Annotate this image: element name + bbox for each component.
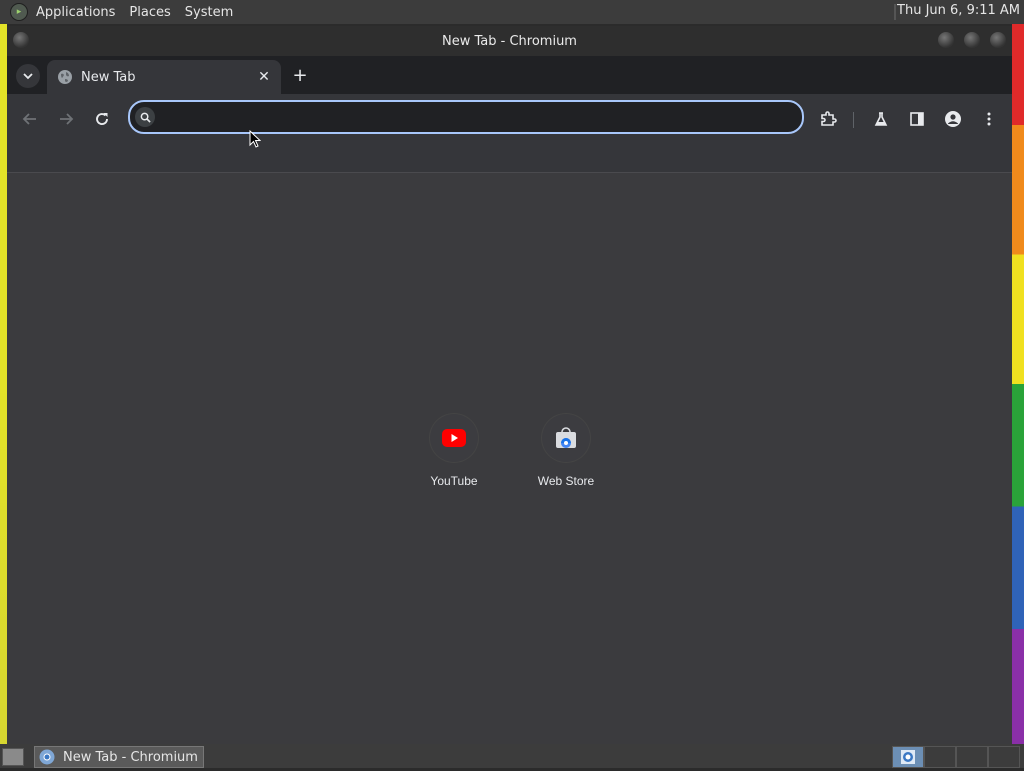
applications-menu[interactable]: Applications	[36, 5, 115, 20]
shortcut-label: Web Store	[537, 474, 595, 488]
youtube-icon	[442, 429, 466, 447]
search-icon	[135, 107, 155, 127]
places-menu[interactable]: Places	[129, 5, 170, 20]
flask-icon	[874, 112, 888, 126]
close-tab-icon[interactable]: ✕	[255, 68, 273, 86]
workspace-3[interactable]	[956, 746, 988, 768]
address-bar[interactable]	[128, 100, 804, 134]
desktop-background-left	[0, 24, 7, 744]
distro-logo-icon[interactable]: ▸	[10, 3, 28, 21]
minimize-button[interactable]	[938, 32, 954, 48]
address-input[interactable]	[163, 108, 802, 126]
tab-search-button[interactable]	[16, 64, 40, 88]
window-titlebar[interactable]: New Tab - Chromium	[7, 26, 1012, 56]
arrow-right-icon	[60, 113, 74, 125]
forward-button[interactable]	[54, 107, 78, 131]
bookmarks-bar	[7, 144, 1012, 173]
workspace-2[interactable]	[924, 746, 956, 768]
tab-new-tab[interactable]: New Tab ✕	[47, 60, 281, 94]
mouse-cursor-icon	[249, 130, 261, 148]
shortcut-youtube[interactable]: YouTube	[398, 406, 510, 502]
reload-icon	[96, 113, 108, 125]
profile-icon	[945, 111, 961, 127]
panel-separator	[894, 4, 896, 20]
close-window-button[interactable]	[990, 32, 1006, 48]
kebab-menu-icon	[987, 112, 991, 126]
workspace-4[interactable]	[988, 746, 1020, 768]
maximize-button[interactable]	[964, 32, 980, 48]
panel-menu: ▸ Applications Places System	[0, 3, 233, 21]
toolbar-separator	[853, 112, 854, 128]
shortcut-web-store[interactable]: Web Store	[510, 406, 622, 502]
new-tab-button[interactable]: +	[289, 64, 311, 86]
shortcut-label: YouTube	[430, 474, 478, 488]
side-panel-icon	[910, 112, 924, 126]
toolbar	[7, 94, 1012, 144]
puzzle-icon	[821, 111, 837, 126]
top-panel: ▸ Applications Places System Thu Jun 6, …	[0, 0, 1024, 24]
chevron-down-icon	[23, 73, 33, 80]
taskbar-window-button[interactable]: New Tab - Chromium	[34, 746, 204, 768]
system-menu[interactable]: System	[185, 5, 233, 20]
show-desktop-button[interactable]	[2, 748, 24, 766]
clock[interactable]: Thu Jun 6, 9:11 AM	[897, 3, 1020, 18]
workspace-1[interactable]	[892, 746, 924, 768]
profile-button[interactable]	[941, 107, 965, 131]
chromium-icon	[39, 749, 55, 765]
labs-button[interactable]	[869, 107, 893, 131]
browser-window: New Tab - Chromium New Tab ✕ + YouTube W…	[7, 26, 1012, 744]
shortcut-tile[interactable]	[542, 414, 590, 462]
extensions-button[interactable]	[816, 107, 840, 131]
taskbar-window-label: New Tab - Chromium	[63, 749, 198, 765]
chromium-icon	[901, 750, 915, 764]
tab-strip: New Tab ✕ +	[7, 56, 1012, 94]
arrow-left-icon	[22, 113, 36, 125]
back-button[interactable]	[18, 107, 42, 131]
window-title: New Tab - Chromium	[442, 33, 577, 49]
side-panel-button[interactable]	[905, 107, 929, 131]
new-tab-page: YouTube Web Store	[7, 176, 1012, 744]
window-menu-button[interactable]	[13, 32, 29, 48]
menu-button[interactable]	[977, 107, 1001, 131]
bottom-panel: New Tab - Chromium	[0, 744, 1024, 768]
reload-button[interactable]	[90, 107, 114, 131]
tab-title: New Tab	[81, 69, 136, 85]
desktop-background-right	[1012, 24, 1024, 744]
web-store-icon	[556, 427, 576, 448]
shortcut-tile[interactable]	[430, 414, 478, 462]
globe-icon	[58, 70, 72, 84]
